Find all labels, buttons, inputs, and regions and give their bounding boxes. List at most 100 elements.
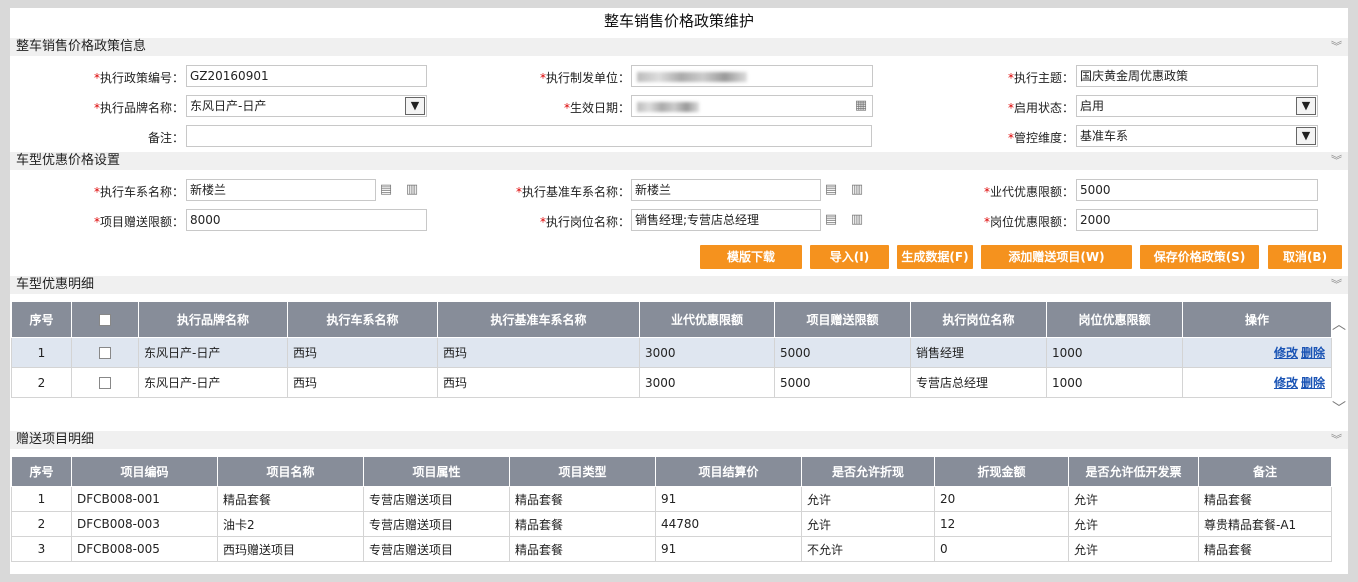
section-gift-detail[interactable]: 赠送项目明细 ︾ [10,431,1348,449]
column-header: 执行品牌名称 [138,301,288,338]
row-checkbox[interactable] [99,377,111,389]
table-row[interactable]: 1 DFCB008-001 精品套餐 专营店赠送项目 精品套餐 91 允许 20… [11,486,1332,512]
row-number: 1 [11,486,72,512]
status-select[interactable]: 启用 ▼ [1076,95,1318,117]
section-title: 车型优惠价格设置 [16,153,121,168]
table-row[interactable]: 2 东风日产-日产 西玛 西玛 3000 5000 专营店总经理 1000 修改… [11,367,1332,398]
post-field[interactable]: 销售经理;专营店总经理 [631,209,821,231]
column-header: 序号 [11,301,72,338]
agent-limit-field[interactable]: 5000 [1076,179,1318,201]
effective-date-label: *生效日期： [563,101,630,115]
post-cell: 销售经理 [910,337,1047,368]
invoice-cell: 允许 [1068,486,1199,512]
edit-link[interactable]: 修改 [1274,376,1298,390]
post-label: *执行岗位名称： [539,215,630,229]
post-limit-cell: 1000 [1046,337,1183,368]
table-row[interactable]: 3 DFCB008-005 西玛赠送项目 专营店赠送项目 精品套餐 91 不允许… [11,536,1332,562]
price-cell: 91 [655,536,802,562]
column-header: 折现金额 [934,456,1069,487]
collapse-icon[interactable]: ︾ [1331,152,1342,170]
base-series-field[interactable]: 新楼兰 [631,179,821,201]
brand-cell: 东风日产-日产 [138,337,288,368]
cancel-button[interactable]: 取消(B) [1268,245,1342,269]
base-series-cell: 西玛 [437,337,640,368]
delete-link[interactable]: 删除 [1301,346,1325,360]
gift-limit-cell: 5000 [774,367,911,398]
actions-cell: 修改 删除 [1182,367,1332,398]
template-download-button[interactable]: 模版下载 [700,245,802,269]
edit-link[interactable]: 修改 [1274,346,1298,360]
table-header-row: 序号 执行品牌名称 执行车系名称 执行基准车系名称 业代优惠限额 项目赠送限额 … [11,301,1332,338]
amount-cell: 20 [934,486,1069,512]
series-field[interactable]: 新楼兰 [186,179,376,201]
brand-select[interactable]: 东风日产-日产 ▼ [186,95,427,117]
trash-icon[interactable]: ▥ [848,181,866,199]
table-row[interactable]: 1 东风日产-日产 西玛 西玛 3000 5000 销售经理 1000 修改 删除 [11,337,1332,368]
type-cell: 精品套餐 [509,511,656,537]
trash-icon[interactable]: ▥ [403,181,421,199]
scroll-up-icon[interactable]: ︿ [1331,314,1347,334]
series-cell: 西玛 [287,367,438,398]
brand-label: *执行品牌名称： [93,101,184,115]
row-checkbox[interactable] [99,347,111,359]
policy-no-label: *执行政策编号： [93,71,184,85]
trash-icon[interactable]: ▥ [848,211,866,229]
table-row[interactable]: 2 DFCB008-003 油卡2 专营店赠送项目 精品套餐 44780 允许 … [11,511,1332,537]
generate-data-button[interactable]: 生成数据(F) [897,245,973,269]
row-number: 2 [11,367,72,398]
agent-limit-label: *业代优惠限额： [983,185,1074,199]
chevron-down-icon[interactable]: ▼ [405,97,425,115]
import-button[interactable]: 导入(I) [810,245,889,269]
invoice-cell: 允许 [1068,511,1199,537]
control-label: *管控维度： [1007,131,1074,145]
select-list-icon[interactable]: ▤ [822,181,840,199]
control-select[interactable]: 基准车系 ▼ [1076,125,1318,147]
collapse-icon[interactable]: ︾ [1331,276,1342,294]
column-header: 操作 [1182,301,1332,338]
row-checkbox-cell[interactable] [71,337,139,368]
theme-field[interactable]: 国庆黄金周优惠政策 [1076,65,1318,87]
issuer-field[interactable] [631,65,873,87]
section-model-pricing[interactable]: 车型优惠价格设置 ︾ [10,152,1348,170]
section-model-detail[interactable]: 车型优惠明细 ︾ [10,276,1348,294]
select-all-checkbox-cell[interactable] [71,301,139,338]
remark-field[interactable] [186,125,872,147]
section-policy-info[interactable]: 整车销售价格政策信息 ︾ [10,38,1348,56]
column-header: 执行基准车系名称 [437,301,640,338]
amount-cell: 12 [934,511,1069,537]
gift-limit-field[interactable]: 8000 [186,209,427,231]
scroll-down-icon[interactable]: ﹀ [1331,398,1347,418]
effective-date-field[interactable]: ▦ [631,95,873,117]
page-container: 整车销售价格政策维护 整车销售价格政策信息 ︾ *执行政策编号： GZ20160… [10,8,1348,574]
invoice-cell: 允许 [1068,536,1199,562]
delete-link[interactable]: 删除 [1301,376,1325,390]
chevron-down-icon[interactable]: ▼ [1296,127,1316,145]
save-policy-button[interactable]: 保存价格政策(S) [1140,245,1259,269]
column-header: 项目编码 [71,456,218,487]
type-cell: 精品套餐 [509,486,656,512]
chevron-down-icon[interactable]: ▼ [1296,97,1316,115]
collapse-icon[interactable]: ︾ [1331,431,1342,449]
collapse-icon[interactable]: ︾ [1331,38,1342,56]
cash-cell: 允许 [801,486,935,512]
row-checkbox-cell[interactable] [71,367,139,398]
remark-cell: 精品套餐 [1198,536,1332,562]
agent-limit-cell: 3000 [639,337,775,368]
post-limit-cell: 1000 [1046,367,1183,398]
post-limit-field[interactable]: 2000 [1076,209,1318,231]
section-title: 整车销售价格政策信息 [16,39,147,54]
gift-limit-cell: 5000 [774,337,911,368]
select-all-checkbox[interactable] [99,314,111,326]
code-cell: DFCB008-005 [71,536,218,562]
base-series-cell: 西玛 [437,367,640,398]
section-title: 车型优惠明细 [16,277,95,292]
policy-no-field[interactable]: GZ20160901 [186,65,427,87]
column-header: 业代优惠限额 [639,301,775,338]
post-limit-label: *岗位优惠限额： [983,215,1074,229]
calendar-icon[interactable]: ▦ [852,97,870,115]
select-list-icon[interactable]: ▤ [822,211,840,229]
series-cell: 西玛 [287,337,438,368]
code-cell: DFCB008-001 [71,486,218,512]
select-list-icon[interactable]: ▤ [377,181,395,199]
add-gift-item-button[interactable]: 添加赠送项目(W) [981,245,1132,269]
